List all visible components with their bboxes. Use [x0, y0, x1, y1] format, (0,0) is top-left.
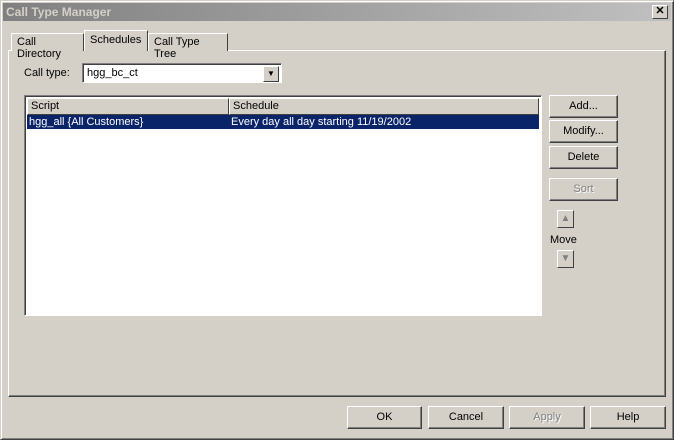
- help-button[interactable]: Help: [590, 406, 666, 429]
- tab-call-type-tree[interactable]: Call Type Tree: [148, 33, 228, 60]
- cell-schedule: Every day all day starting 11/19/2002: [231, 116, 412, 128]
- apply-button[interactable]: Apply: [509, 406, 585, 429]
- window-title: Call Type Manager: [6, 5, 112, 19]
- column-header-script[interactable]: Script: [27, 98, 229, 115]
- close-icon[interactable]: ✕: [652, 5, 668, 19]
- move-down-icon[interactable]: ▼: [557, 250, 574, 268]
- move-label: Move: [550, 234, 577, 246]
- ok-button[interactable]: OK: [347, 406, 422, 429]
- column-header-schedule[interactable]: Schedule: [229, 98, 539, 115]
- call-type-label: Call type:: [24, 67, 70, 79]
- modify-button[interactable]: Modify...: [549, 120, 618, 143]
- call-type-value: hgg_bc_ct: [87, 67, 138, 79]
- add-button[interactable]: Add...: [549, 95, 618, 118]
- cancel-button[interactable]: Cancel: [428, 406, 504, 429]
- delete-button[interactable]: Delete: [549, 146, 618, 169]
- call-type-select[interactable]: hgg_bc_ct ▼: [82, 63, 282, 83]
- schedule-list[interactable]: Script Schedule hgg_all {All Customers} …: [24, 95, 542, 316]
- table-row[interactable]: hgg_all {All Customers} Every day all da…: [27, 115, 539, 129]
- move-up-icon[interactable]: ▲: [557, 210, 574, 228]
- title-bar: Call Type Manager: [3, 3, 671, 21]
- chevron-down-icon[interactable]: ▼: [263, 66, 279, 82]
- tab-schedules[interactable]: Schedules: [84, 30, 148, 51]
- sort-button[interactable]: Sort: [549, 178, 618, 201]
- cell-script: hgg_all {All Customers}: [29, 116, 144, 128]
- tab-call-directory[interactable]: Call Directory: [11, 33, 84, 60]
